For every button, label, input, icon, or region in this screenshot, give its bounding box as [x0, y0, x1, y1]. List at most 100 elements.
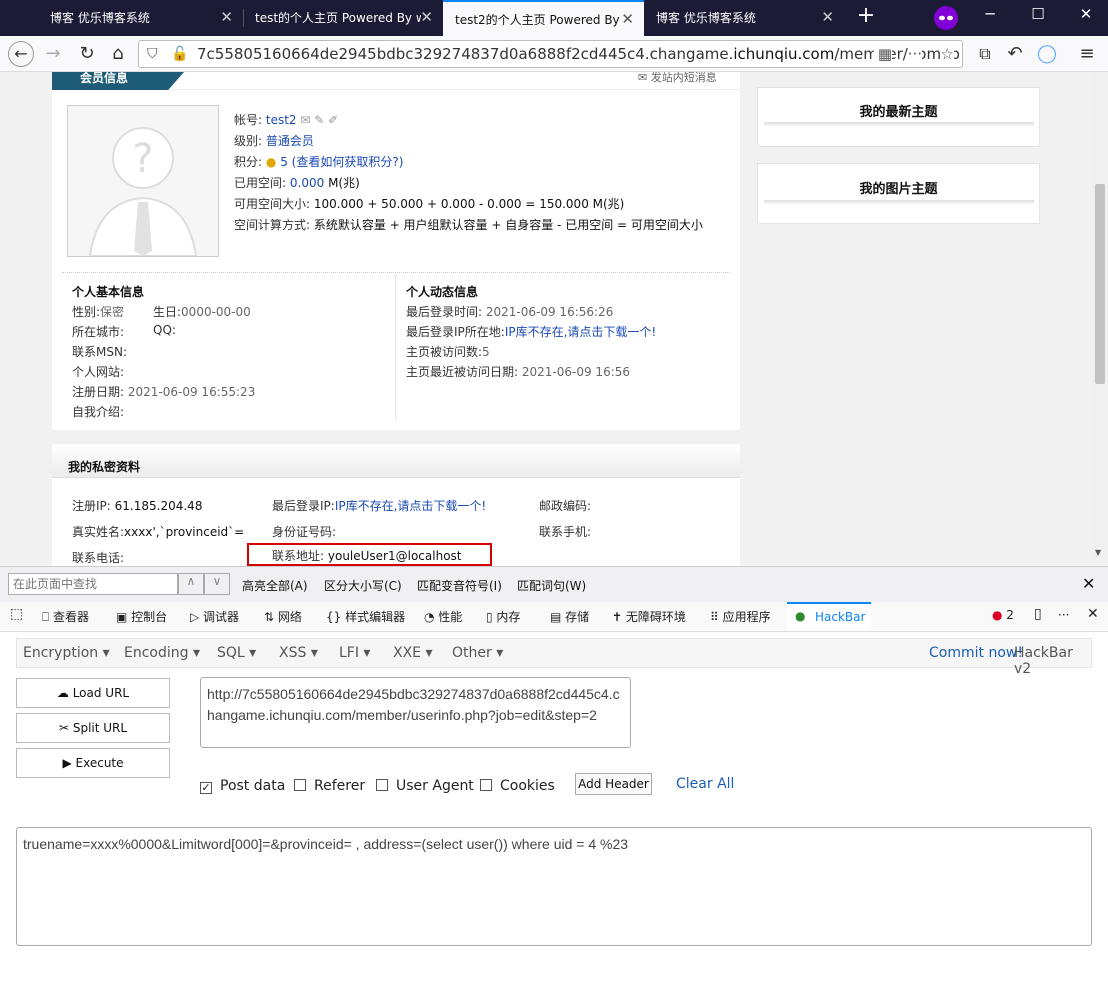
split-url-button[interactable]: ✂ Split URL [16, 713, 170, 743]
points-label: 积分: [234, 155, 263, 169]
post-data-checkbox[interactable]: ✓ Post data [200, 778, 285, 794]
checkbox-icon[interactable] [480, 779, 492, 791]
close-icon[interactable]: ✕ [821, 8, 834, 26]
match-case-toggle[interactable]: 区分大小写(C) [324, 577, 402, 594]
extension-circle-icon[interactable]: ◯ [1034, 41, 1060, 67]
devtools-tab-application[interactable]: ⠿ 应用程序 [710, 608, 771, 625]
more-actions-icon[interactable]: ··· [907, 41, 922, 67]
user-actions-icons[interactable]: ✉ ✎ ✐ [300, 113, 338, 127]
devtools-tab-console[interactable]: ▣ 控制台 [116, 608, 167, 625]
devtools-tab-memory[interactable]: ▯ 内存 [486, 608, 520, 625]
used-space-value: 0.000 [289, 176, 325, 190]
column-divider [395, 274, 396, 420]
last-ip-location-link[interactable]: IP库不存在,请点击下载一个! [505, 325, 656, 339]
url-bar[interactable]: ⛉ 🔓 7c55805160664de2945bdbc329274837d0a6… [138, 40, 963, 68]
last-ip-link[interactable]: IP库不存在,请点击下载一个! [335, 499, 486, 513]
devtools-tab-debugger[interactable]: ▷ 调试器 [190, 608, 239, 625]
level-label: 级别: [234, 134, 263, 148]
maximize-icon[interactable]: ☐ [1018, 5, 1058, 23]
menu-xxe[interactable]: XXE ▾ [393, 645, 433, 661]
forward-arrow-icon[interactable]: → [40, 41, 66, 67]
scroll-down-icon[interactable]: ▼ [1095, 548, 1101, 557]
info-shield-icon[interactable]: ⛉ [147, 41, 158, 67]
devtools-tab-performance[interactable]: ◔ 性能 [424, 608, 462, 625]
add-header-button[interactable]: Add Header [575, 773, 652, 795]
menu-xss[interactable]: XSS ▾ [279, 645, 318, 661]
menu-lfi[interactable]: LFI ▾ [339, 645, 370, 661]
referer-checkbox[interactable]: Referer [294, 778, 365, 794]
account-value[interactable]: test2 [266, 113, 297, 127]
browser-tab-1[interactable]: 博客 优乐博客系统 ✕ [38, 0, 243, 36]
cookies-checkbox[interactable]: Cookies [480, 778, 555, 794]
bookmark-star-icon[interactable]: ☆ [940, 41, 954, 67]
devtools-tab-hackbar[interactable]: ● HackBar [787, 602, 871, 631]
undo-icon[interactable]: ↶ [1002, 41, 1028, 67]
menu-encryption[interactable]: Encryption ▾ [23, 645, 110, 661]
devtools-tab-network[interactable]: ⇅ 网络 [264, 608, 302, 625]
tab-title: 博客 优乐博客系统 [50, 11, 150, 25]
latest-topics-panel: 我的最新主题 [757, 87, 1040, 147]
commit-now-link[interactable]: Commit now! [929, 645, 1023, 661]
points-help-link[interactable]: (查看如何获取积分?) [292, 155, 404, 169]
browser-tab-4[interactable]: 博客 优乐博客系统 ✕ [644, 0, 844, 36]
dock-toggle-icon[interactable]: ▯ [1034, 606, 1042, 622]
whole-words-toggle[interactable]: 匹配词句(W) [517, 577, 586, 594]
qr-code-icon[interactable]: ▦ [873, 41, 892, 67]
error-count-icon[interactable]: ● 2 [992, 608, 1014, 622]
more-options-icon[interactable]: ··· [1058, 608, 1069, 622]
used-space-unit: M(兆) [328, 176, 360, 190]
devtools-tab-style-editor[interactable]: {} 样式编辑器 [326, 608, 405, 625]
browser-tab-2[interactable]: test的个人主页 Powered By w ✕ [243, 0, 443, 36]
browser-tab-3[interactable]: test2的个人主页 Powered By ✕ [443, 0, 644, 36]
tab-label: 内存 [496, 610, 521, 624]
reg-ip-label: 注册IP: [72, 499, 111, 513]
checkbox-icon[interactable] [376, 779, 388, 791]
menu-sql[interactable]: SQL ▾ [217, 645, 256, 661]
devtools-tab-inspector[interactable]: ⎕ 查看器 [42, 608, 89, 625]
user-agent-checkbox[interactable]: User Agent [376, 778, 474, 794]
home-icon[interactable]: ⌂ [105, 41, 131, 67]
menu-encoding[interactable]: Encoding ▾ [124, 645, 200, 661]
highlight-all-toggle[interactable]: 高亮全部(A) [242, 577, 308, 594]
last-login-label: 最后登录时间: [406, 305, 483, 319]
menu-label: XSS [279, 645, 307, 661]
zip-label: 邮政编码: [539, 499, 592, 513]
menu-other[interactable]: Other ▾ [452, 645, 503, 661]
load-url-button[interactable]: ☁ Load URL [16, 678, 170, 708]
reload-icon[interactable]: ↻ [74, 41, 100, 67]
page-scrollbar[interactable]: ▼ [1092, 72, 1108, 566]
devtools-toolbar: ⬚ ⎕ 查看器 ▣ 控制台 ▷ 调试器 ⇅ 网络 {} 样式编辑器 ◔ 性能 ▯… [0, 602, 1108, 632]
back-arrow-icon[interactable]: ← [8, 41, 34, 67]
close-devtools-icon[interactable]: ✕ [1087, 606, 1099, 622]
level-value[interactable]: 普通会员 [266, 134, 314, 148]
minimize-icon[interactable]: ─ [970, 5, 1010, 23]
execute-button[interactable]: ▶ Execute [16, 748, 170, 778]
devtools-tab-storage[interactable]: ▤ 存储 [550, 608, 589, 625]
close-icon[interactable]: ✕ [220, 8, 233, 26]
checkbox-icon[interactable] [294, 779, 306, 791]
hackbar-version: HackBar v2 [1014, 645, 1073, 677]
close-icon[interactable]: ✕ [420, 8, 433, 26]
hamburger-menu-icon[interactable]: ≡ [1074, 41, 1100, 67]
send-message-link[interactable]: ✉ 发站内短消息 [638, 72, 717, 85]
crop-screenshot-icon[interactable]: ⧉ [972, 41, 998, 67]
post-body-textarea[interactable]: truename=xxxx%0000&Limitword[000]=&provi… [16, 827, 1092, 946]
find-input[interactable] [8, 573, 178, 595]
element-picker-icon[interactable]: ⬚ [10, 606, 23, 622]
find-prev-icon[interactable]: ∧ [178, 573, 204, 595]
profile-card: ? 帐号: test2 ✉ ✎ ✐ 级别: 普通会员 积分: ● 5 (查看如何… [52, 90, 740, 430]
url-textarea[interactable]: http://7c55805160664de2945bdbc329274837d… [200, 677, 631, 748]
devtools-tab-accessibility[interactable]: ✝ 无障碍环境 [612, 608, 686, 625]
window-close-icon[interactable]: ✕ [1066, 5, 1106, 23]
new-tab-plus-icon[interactable]: + [846, 3, 886, 28]
scrollbar-thumb[interactable] [1095, 184, 1105, 384]
url-prefix: 7c55805160664de2945bdbc329274837d0a6888f… [197, 45, 734, 63]
find-next-icon[interactable]: ∨ [204, 573, 230, 595]
checkbox-checked-icon[interactable]: ✓ [200, 782, 212, 794]
hackbar-panel: Encryption ▾ Encoding ▾ SQL ▾ XSS ▾ LFI … [0, 632, 1108, 995]
close-icon[interactable]: ✕ [1082, 574, 1095, 593]
insecure-lock-icon[interactable]: 🔓 [171, 41, 188, 67]
close-icon[interactable]: ✕ [621, 10, 634, 28]
clear-all-link[interactable]: Clear All [676, 776, 734, 792]
match-diacritics-toggle[interactable]: 匹配变音符号(I) [417, 577, 502, 594]
